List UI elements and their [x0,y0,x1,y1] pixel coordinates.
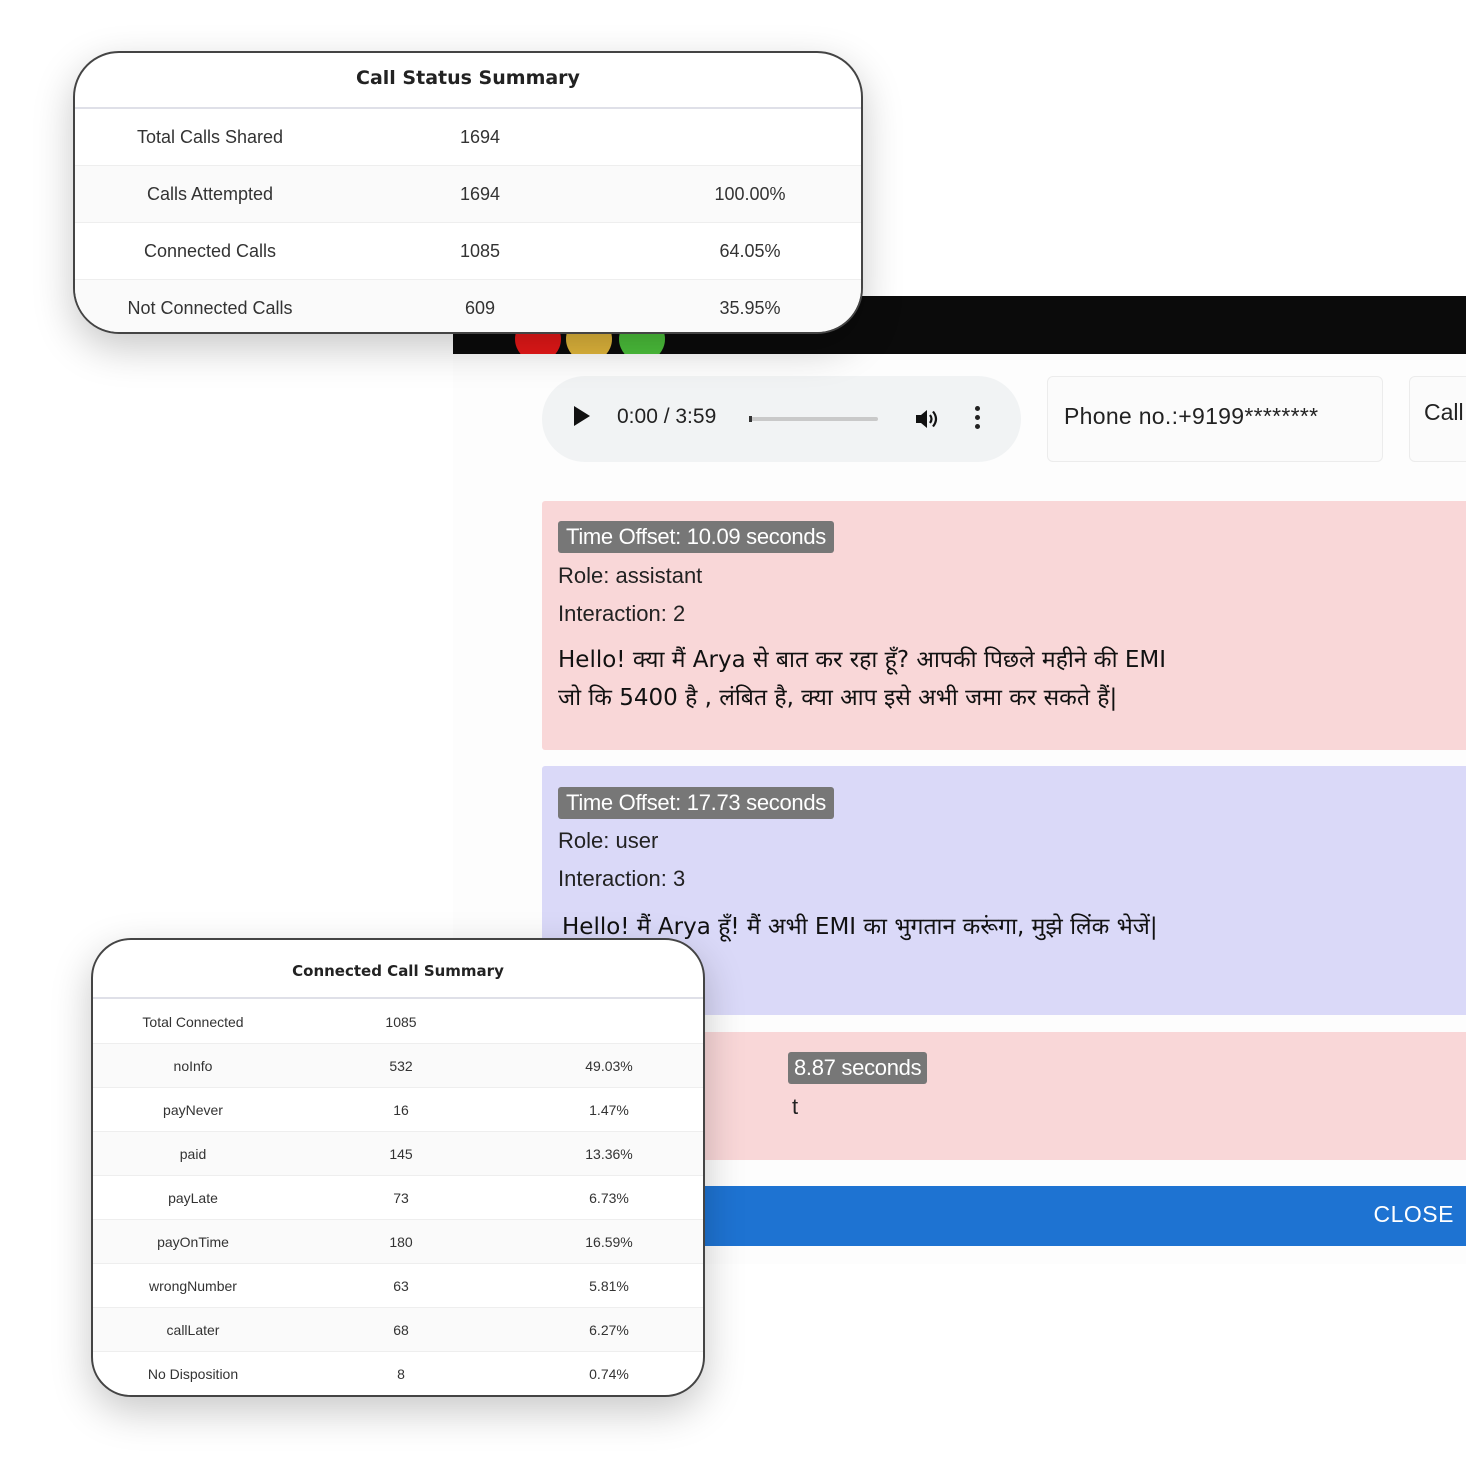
row-percent: 35.95% [719,298,781,318]
message-role: t [792,1094,799,1119]
connected-call-summary-card: Connected Call Summary Total Connected 1… [91,938,705,1397]
row-label: callLater [166,1322,220,1338]
table-row: Total Calls Shared 1694 [75,109,861,166]
phone-number-card: Phone no.:+9199******** [1047,376,1383,462]
message-text-line: Hello! क्या मैं Arya से बात कर रहा हूँ? … [558,647,1167,673]
table-row: payOnTime 180 16.59% [93,1220,703,1264]
play-icon[interactable] [574,406,590,426]
message-role: Role: assistant [558,563,703,588]
row-label: noInfo [173,1058,213,1074]
message-text-line: जो कि 5400 है , लंबित है, क्या आप इसे अभ… [558,685,1118,711]
row-count: 8 [397,1366,405,1382]
row-percent: 1.47% [589,1102,629,1118]
call-status-summary-card: Call Status Summary Total Calls Shared 1… [73,51,863,334]
row-label: Calls Attempted [146,184,274,204]
title-divider [93,997,703,999]
row-label: Total Calls Shared [136,127,284,147]
seek-knob[interactable] [749,416,752,422]
row-label: payLate [168,1190,218,1206]
table-row: Not Connected Calls 609 35.95% [75,280,861,332]
row-label: wrongNumber [149,1278,237,1294]
row-label: No Disposition [147,1366,239,1382]
table-row: payLate 73 6.73% [93,1176,703,1220]
close-button[interactable]: CLOSE [1374,1201,1454,1228]
table-row: payNever 16 1.47% [93,1088,703,1132]
call-info-card: Call [1409,376,1466,462]
row-count: 73 [393,1190,409,1206]
row-count: 1694 [459,184,501,204]
table-row: Calls Attempted 1694 100.00% [75,166,861,223]
row-percent: 6.27% [589,1322,629,1338]
row-count: 68 [393,1322,409,1338]
time-offset-badge: Time Offset: 17.73 seconds [558,787,835,819]
row-count: 1085 [459,241,501,261]
row-count: 145 [389,1146,413,1162]
row-percent: 6.73% [589,1190,629,1206]
row-percent: 100.00% [714,184,786,204]
table-row: wrongNumber 63 5.81% [93,1264,703,1308]
row-percent: 16.59% [585,1234,633,1250]
row-percent: 5.81% [589,1278,629,1294]
table-row: paid 145 13.36% [93,1132,703,1176]
call-label: Call [1424,399,1464,425]
row-percent: 49.03% [585,1058,633,1074]
row-count: 1085 [385,1014,417,1030]
row-percent: 13.36% [585,1146,633,1162]
phone-number: Phone no.:+9199******** [1064,403,1319,429]
transcript-message-assistant: Time Offset: 10.09 seconds Role: assista… [542,501,1466,750]
row-count: 63 [393,1278,409,1294]
message-role: Role: user [558,828,659,853]
row-label: Connected Calls [143,241,277,261]
row-label: payOnTime [157,1234,229,1250]
row-count: 1694 [459,127,501,147]
volume-icon[interactable] [914,407,940,431]
audio-seek-slider[interactable] [749,416,878,422]
time-offset-badge: 8.87 seconds [788,1052,928,1084]
row-percent: 64.05% [719,241,781,261]
row-percent: 0.74% [589,1366,629,1382]
row-label: payNever [163,1102,223,1118]
more-options-icon[interactable] [975,406,981,432]
row-count: 532 [389,1058,413,1074]
row-label: paid [179,1146,207,1162]
call-status-summary-title: Call Status Summary [356,67,580,89]
table-row: No Disposition 8 0.74% [93,1352,703,1395]
table-row: Total Connected 1085 [93,1000,703,1044]
table-row: noInfo 532 49.03% [93,1044,703,1088]
table-row: callLater 68 6.27% [93,1308,703,1352]
message-interaction: Interaction: 3 [558,866,686,891]
row-label: Not Connected Calls [127,298,293,318]
connected-call-summary-title: Connected Call Summary [292,962,504,980]
row-label: Total Connected [142,1014,244,1030]
time-offset-badge: Time Offset: 10.09 seconds [558,521,835,553]
audio-player: 0:00 / 3:59 [542,376,1021,462]
message-interaction: Interaction: 2 [558,601,686,626]
row-count: 609 [464,298,496,318]
audio-time: 0:00 / 3:59 [617,405,717,428]
message-text: Hello! क्या मैं Arya से बात कर रहा हूँ? … [558,641,1318,717]
row-count: 180 [389,1234,413,1250]
row-count: 16 [393,1102,409,1118]
table-row: Connected Calls 1085 64.05% [75,223,861,280]
